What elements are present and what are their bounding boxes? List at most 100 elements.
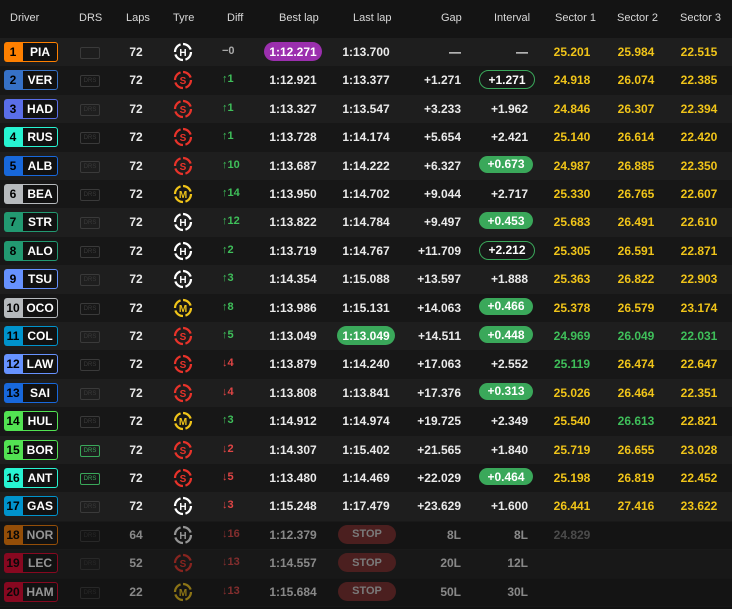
header-tyre[interactable]: Tyre <box>173 12 194 24</box>
driver-abbreviation[interactable]: GAS <box>22 496 58 517</box>
table-row[interactable]: 12 LAW DRS 72 S ↓4 1:13.879 1:14.240 +17.063 +2.5… <box>0 350 732 380</box>
table-row[interactable]: 14 HUL DRS 72 M ↑3 1:14.912 1:14.974 +19.725 +2.3… <box>0 407 732 437</box>
drs-indicator: DRS <box>80 444 100 457</box>
header-best-lap[interactable]: Best lap <box>279 12 319 24</box>
driver-abbreviation[interactable]: TSU <box>22 269 58 290</box>
soft-tyre-icon: S <box>173 128 193 147</box>
table-row[interactable]: 10 OCO DRS 72 M ↑8 1:13.986 1:15.131 +14.063 +0.4… <box>0 293 732 323</box>
sector-3-time: 22.647 <box>680 357 718 372</box>
sector-2-time: 26.049 <box>617 329 655 343</box>
table-row[interactable]: 16 ANT DRS 72 S ↓5 1:13.480 1:14.469 +22.029 +0.4… <box>0 464 732 494</box>
header-driver[interactable]: Driver <box>10 12 39 24</box>
driver-abbreviation[interactable]: STR <box>22 212 58 233</box>
driver-abbreviation[interactable]: BOR <box>22 439 58 460</box>
position-badge: 16 <box>4 468 22 488</box>
table-row[interactable]: 15 BOR DRS 72 S ↓2 1:14.307 1:15.402 +21.565 +1.8… <box>0 435 732 465</box>
table-row[interactable]: 4 RUS DRS 72 S ↑1 1:13.728 1:14.174 +5.654 +2.421… <box>0 123 732 153</box>
svg-text:M: M <box>179 588 187 599</box>
sector-1-time: 25.119 <box>553 357 591 372</box>
gap-value: +21.565 <box>417 442 461 457</box>
position-badge: 7 <box>4 212 22 233</box>
sector-3-time: 22.452 <box>680 471 718 485</box>
header-last-lap[interactable]: Last lap <box>353 12 392 24</box>
driver-abbreviation[interactable]: ALB <box>22 155 58 176</box>
sector-1-time: 24.918 <box>553 73 591 88</box>
laps-count: 72 <box>129 329 143 343</box>
sector-3-time: 23.028 <box>680 442 718 457</box>
driver-abbreviation[interactable]: OCO <box>22 297 58 318</box>
last-lap-time: 1:14.767 <box>342 243 390 258</box>
sector-2-time: 26.885 <box>617 158 655 173</box>
table-row[interactable]: 11 COL DRS 72 S ↑5 1:13.049 1:13.049 +14.511 +0.4… <box>0 322 732 352</box>
position-change: ↑1 <box>222 101 234 114</box>
driver-abbreviation[interactable]: PIA <box>22 42 58 62</box>
soft-tyre-icon: S <box>173 468 193 488</box>
header-sector-2[interactable]: Sector 2 <box>617 12 658 24</box>
best-lap-time: 1:12.921 <box>269 73 317 88</box>
laps-count: 72 <box>129 130 143 145</box>
sector-2-time: 26.655 <box>617 442 655 457</box>
driver-abbreviation[interactable]: HUL <box>22 411 58 432</box>
stop-badge: STOP <box>338 524 396 544</box>
table-row[interactable]: 18 NOR DRS 64 H ↓16 1:12.379 STOP 8L 8L 24.829 <box>0 520 732 551</box>
driver-abbreviation[interactable]: SAI <box>22 382 58 403</box>
driver-abbreviation[interactable]: VER <box>22 70 58 91</box>
driver-abbreviation[interactable]: COL <box>22 326 58 346</box>
header-laps[interactable]: Laps <box>126 12 150 24</box>
header-drs[interactable]: DRS <box>79 12 102 24</box>
driver-abbreviation[interactable]: ANT <box>22 468 58 488</box>
table-row[interactable]: 1 PIA 72 H −0 1:12.271 1:13.700 — — 25.201 25.984 2… <box>0 38 732 68</box>
table-header: Driver DRS Laps Tyre Diff Best lap Last … <box>0 0 732 39</box>
svg-text:H: H <box>179 502 186 513</box>
soft-tyre-icon: S <box>173 326 193 346</box>
drs-indicator: DRS <box>80 416 100 429</box>
position-change: ↑5 <box>222 329 234 341</box>
table-row[interactable]: 9 TSU DRS 72 H ↑3 1:14.354 1:15.088 +13.597 +1.88… <box>0 265 732 295</box>
header-diff[interactable]: Diff <box>227 12 243 24</box>
table-row[interactable]: 8 ALO DRS 72 H ↑2 1:13.719 1:14.767 +11.709 +2.21… <box>0 236 732 267</box>
drs-indicator: DRS <box>80 558 100 571</box>
svg-text:H: H <box>179 48 186 59</box>
driver-abbreviation[interactable]: HAM <box>22 581 58 602</box>
sector-3-time: 22.394 <box>680 101 718 116</box>
position-badge: 13 <box>4 382 22 403</box>
driver-abbreviation[interactable]: RUS <box>22 127 58 148</box>
interval-value: +1.271 <box>479 70 535 90</box>
driver-abbreviation[interactable]: LEC <box>22 553 58 574</box>
position-badge: 6 <box>4 184 22 204</box>
driver-abbreviation[interactable]: HAD <box>22 98 58 119</box>
best-lap-time: 1:12.379 <box>269 527 317 542</box>
position-change: ↑8 <box>222 300 234 313</box>
header-sector-1[interactable]: Sector 1 <box>555 12 596 24</box>
table-row[interactable]: 6 BEA DRS 72 M ↑14 1:13.950 1:14.702 +9.044 +2.71… <box>0 180 732 210</box>
table-row[interactable]: 2 VER DRS 72 S ↑1 1:12.921 1:13.377 +1.271 +1.271… <box>0 66 732 96</box>
table-row[interactable]: 13 SAI DRS 72 S ↓4 1:13.808 1:13.841 +17.376 +0.3… <box>0 378 732 409</box>
sector-3-time: 22.821 <box>680 414 718 429</box>
laps-count: 72 <box>129 243 143 258</box>
table-row[interactable]: 3 HAD DRS 72 S ↑1 1:13.327 1:13.547 +3.233 +1.962… <box>0 94 732 125</box>
best-lap-time: 1:14.307 <box>269 442 317 457</box>
laps-count: 72 <box>129 73 143 88</box>
table-row[interactable]: 17 GAS DRS 72 H ↓3 1:15.248 1:17.479 +23.629 +1.6… <box>0 492 732 522</box>
sector-3-time: 23.174 <box>680 300 718 315</box>
best-lap-time: 1:13.808 <box>269 385 317 400</box>
sector-1-time: 26.441 <box>553 499 591 514</box>
position-badge: 15 <box>4 439 22 460</box>
table-row[interactable]: 19 LEC DRS 52 S ↓13 1:14.557 STOP 20L 12L <box>0 549 732 579</box>
sector-3-time: 22.031 <box>680 329 718 343</box>
table-row[interactable]: 5 ALB DRS 72 S ↑10 1:13.687 1:14.222 +6.327 +0.67… <box>0 151 732 181</box>
driver-abbreviation[interactable]: ALO <box>22 240 58 261</box>
table-row[interactable]: 7 STR DRS 72 H ↑12 1:13.822 1:14.784 +9.497 +0.45… <box>0 208 732 238</box>
sector-1-time: 25.540 <box>553 414 591 429</box>
header-sector-3[interactable]: Sector 3 <box>680 12 721 24</box>
sector-1-time: 25.719 <box>553 442 591 457</box>
header-interval[interactable]: Interval <box>494 12 530 24</box>
position-change: ↓4 <box>222 357 234 370</box>
driver-abbreviation[interactable]: LAW <box>22 354 58 375</box>
position-change: ↑12 <box>222 215 240 228</box>
driver-abbreviation[interactable]: NOR <box>22 524 58 545</box>
header-gap[interactable]: Gap <box>441 12 462 24</box>
driver-abbreviation[interactable]: BEA <box>22 184 58 204</box>
svg-text:S: S <box>180 389 187 400</box>
table-row[interactable]: 20 HAM DRS 22 M ↓13 1:15.684 STOP 50L 30L <box>0 577 732 607</box>
